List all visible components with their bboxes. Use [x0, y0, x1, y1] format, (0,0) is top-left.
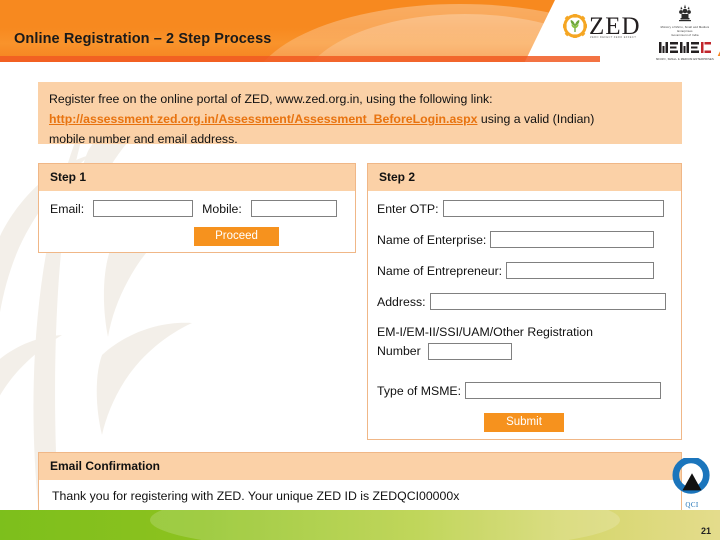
msme-type-input[interactable] — [465, 382, 662, 399]
email-confirmation-panel: Email Confirmation Thank you for registe… — [38, 452, 682, 514]
slide-canvas: Online Registration – 2 Step Process ZED… — [0, 0, 720, 540]
address-input[interactable] — [429, 293, 666, 310]
submit-button[interactable]: Submit — [484, 413, 564, 432]
entrepreneur-field-row: Name of Entrepreneur: — [377, 262, 655, 279]
zed-tagline: ZERO DEFECT ZERO EFFECT — [590, 36, 637, 39]
step2-heading: Step 2 — [368, 164, 681, 191]
otp-label: Enter OTP: — [377, 201, 439, 216]
address-label: Address: — [377, 294, 426, 309]
zed-gear-icon — [563, 14, 587, 38]
email-label: Email: — [50, 201, 85, 216]
intro-text-box: Register free on the online portal of ZE… — [38, 82, 682, 146]
enterprise-label: Name of Enterprise: — [377, 232, 487, 247]
footer-arc-decoration — [150, 510, 620, 540]
qci-logo: QCI — [668, 456, 716, 509]
msme-sub-caption: MICRO, SMALL & MEDIUM ENTERPRISES — [656, 57, 714, 61]
registration-number-input[interactable] — [427, 343, 512, 360]
step1-heading: Step 1 — [39, 164, 355, 191]
registration-label-line1: EM-I/EM-II/SSI/UAM/Other Registration — [377, 325, 593, 339]
enterprise-input[interactable] — [490, 231, 655, 248]
enterprise-field-row: Name of Enterprise: — [377, 231, 655, 248]
registration-number-field-row: EM-I/EM-II/SSI/UAM/Other Registration Nu… — [377, 323, 672, 361]
qci-wordmark: QCI — [685, 501, 699, 509]
intro-line-1: Register free on the online portal of ZE… — [49, 92, 493, 106]
zed-logo: ZED ZERO DEFECT ZERO EFFECT — [563, 10, 649, 42]
mobile-label: Mobile: — [202, 201, 242, 216]
email-input[interactable] — [93, 200, 194, 217]
email-confirmation-heading: Email Confirmation — [39, 453, 681, 480]
msme-wordmark-icon — [659, 41, 711, 53]
msme-type-field-row: Type of MSME: — [377, 382, 662, 399]
address-field-row: Address: — [377, 293, 666, 310]
step1-field-row: Email: Mobile: — [50, 200, 337, 217]
intro-line-2: http://assessment.zed.org.in/Assessment/… — [49, 109, 671, 129]
msme-type-label: Type of MSME: — [377, 383, 462, 398]
page-number: 21 — [700, 526, 711, 536]
zed-wordmark: ZED — [589, 12, 641, 40]
intro-line-3: mobile number and email address. — [49, 132, 238, 146]
step1-panel: Step 1 Email: Mobile: Proceed — [38, 163, 356, 253]
otp-field-row: Enter OTP: — [377, 200, 664, 217]
qci-q-icon — [672, 456, 710, 494]
msme-ministry-line1: Ministry of Micro, Small and Medium Ente… — [660, 26, 710, 33]
proceed-button[interactable]: Proceed — [194, 227, 279, 246]
step2-panel: Step 2 Enter OTP: Name of Enterprise: Na… — [367, 163, 682, 440]
msme-logo: Ministry of Micro, Small and Medium Ente… — [655, 3, 715, 61]
otp-input[interactable] — [442, 200, 664, 217]
email-confirmation-message: Thank you for registering with ZED. Your… — [52, 489, 460, 503]
registration-link[interactable]: http://assessment.zed.org.in/Assessment/… — [49, 112, 477, 126]
msme-ministry-line2: Government of India — [671, 34, 699, 37]
mobile-input[interactable] — [250, 200, 337, 217]
page-title: Online Registration – 2 Step Process — [14, 31, 272, 47]
entrepreneur-label: Name of Entrepreneur: — [377, 263, 503, 278]
slide-footer-bar — [0, 510, 720, 540]
ashoka-emblem-icon — [679, 4, 691, 22]
entrepreneur-input[interactable] — [506, 262, 655, 279]
registration-label-line2: Number — [377, 344, 421, 358]
intro-line-2-tail: using a valid (Indian) — [477, 112, 595, 126]
